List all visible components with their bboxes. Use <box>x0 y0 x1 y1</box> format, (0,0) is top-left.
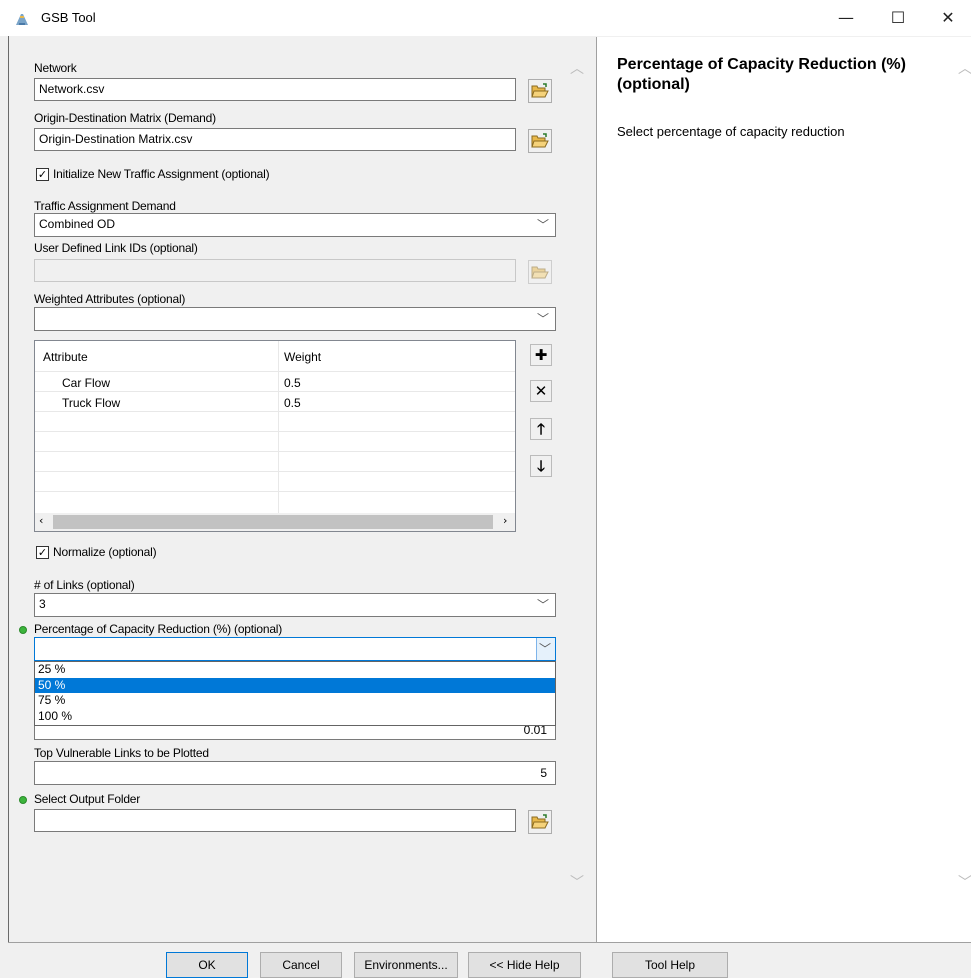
init-assignment-label: Initialize New Traffic Assignment (optio… <box>53 167 270 181</box>
scroll-down-icon[interactable]: ﹀ <box>570 872 584 892</box>
scroll-up-icon[interactable]: ︿ <box>570 58 584 78</box>
horizontal-scrollbar[interactable]: ‹ › <box>35 513 515 531</box>
link-ids-browse-button[interactable] <box>528 260 552 284</box>
chevron-down-icon: ﹀ <box>536 598 549 612</box>
open-folder-icon <box>531 83 549 98</box>
row-divider <box>35 451 515 452</box>
normalize-checkbox[interactable]: ✓ <box>36 546 49 559</box>
weighted-attributes-label: Weighted Attributes (optional) <box>34 292 186 306</box>
assignment-demand-select[interactable]: Combined OD ﹀ <box>34 213 556 237</box>
dropdown-option[interactable]: 75 % <box>35 693 555 709</box>
attributes-table: Attribute Weight Car Flow 0.5 Truck Flow… <box>34 340 516 532</box>
hide-help-button[interactable]: << Hide Help <box>468 952 581 978</box>
od-matrix-browse-button[interactable] <box>528 129 552 153</box>
link-ids-label: User Defined Link IDs (optional) <box>34 241 198 255</box>
close-button[interactable]: ✕ <box>925 0 971 36</box>
row-divider <box>35 491 515 492</box>
maximize-button[interactable]: ☐ <box>875 0 921 36</box>
minimize-button[interactable]: — <box>823 0 869 36</box>
help-scroll-up-icon[interactable]: ︿ <box>958 58 971 78</box>
help-scroll-down-icon[interactable]: ﹀ <box>958 872 971 892</box>
network-input[interactable]: Network.csv <box>34 78 516 101</box>
help-panel <box>596 37 971 943</box>
dropdown-option[interactable]: 25 % <box>35 662 555 678</box>
arrow-down-icon: 🡓 <box>537 457 545 475</box>
init-assignment-checkbox[interactable]: ✓ <box>36 168 49 181</box>
capacity-reduction-label: Percentage of Capacity Reduction (%) (op… <box>34 622 283 636</box>
capacity-reduction-dropdown: 25 % 50 % 75 % 100 % <box>34 661 556 726</box>
window-title: GSB Tool <box>41 10 96 25</box>
num-links-value: 3 <box>39 597 46 611</box>
divider <box>8 942 971 943</box>
chevron-down-icon: ﹀ <box>536 218 549 232</box>
required-indicator <box>19 796 27 804</box>
open-folder-icon <box>531 266 549 279</box>
add-row-button[interactable]: ✚ <box>530 344 552 366</box>
output-folder-input[interactable] <box>34 809 516 832</box>
delete-icon: ✕ <box>534 382 548 400</box>
delete-row-button[interactable]: ✕ <box>530 380 552 402</box>
arrow-up-icon: 🡑 <box>537 420 545 438</box>
num-links-select[interactable]: 3 ﹀ <box>34 593 556 617</box>
row-divider <box>35 391 515 392</box>
tool-help-button[interactable]: Tool Help <box>612 952 728 978</box>
od-matrix-label: Origin-Destination Matrix (Demand) <box>34 111 216 125</box>
environments-button[interactable]: Environments... <box>354 952 458 978</box>
help-title: Percentage of Capacity Reduction (%) (op… <box>617 56 906 93</box>
chevron-down-icon: ﹀ <box>538 642 551 656</box>
scroll-left-icon[interactable]: ‹ <box>39 514 43 527</box>
checkmark-icon: ✓ <box>37 546 48 559</box>
network-label: Network <box>34 61 77 75</box>
move-down-button[interactable]: 🡓 <box>530 455 552 477</box>
table-cell-weight[interactable]: 0.5 <box>284 396 301 410</box>
scroll-right-icon[interactable]: › <box>503 514 507 527</box>
move-up-button[interactable]: 🡑 <box>530 418 552 440</box>
row-divider <box>35 431 515 432</box>
num-links-label: # of Links (optional) <box>34 578 135 592</box>
row-divider <box>35 411 515 412</box>
link-ids-input[interactable] <box>34 259 516 282</box>
table-cell-attribute[interactable]: Truck Flow <box>62 396 120 410</box>
cancel-button[interactable]: Cancel <box>260 952 342 978</box>
output-folder-label: Select Output Folder <box>34 792 141 806</box>
column-header-attribute[interactable]: Attribute <box>43 350 88 364</box>
checkmark-icon: ✓ <box>37 168 48 181</box>
assignment-demand-value: Combined OD <box>39 217 116 231</box>
plus-icon: ✚ <box>534 346 548 364</box>
capacity-reduction-select[interactable]: ﹀ <box>34 637 556 661</box>
column-divider <box>278 341 279 513</box>
row-divider <box>35 471 515 472</box>
od-matrix-input[interactable]: Origin-Destination Matrix.csv <box>34 128 516 151</box>
table-cell-weight[interactable]: 0.5 <box>284 376 301 390</box>
app-icon <box>16 14 28 25</box>
dropdown-option-selected[interactable]: 50 % <box>35 677 555 693</box>
row-divider <box>35 371 515 372</box>
top-links-label: Top Vulnerable Links to be Plotted <box>34 746 209 760</box>
weighted-attributes-select[interactable]: ﹀ <box>34 307 556 331</box>
network-browse-button[interactable] <box>528 79 552 103</box>
required-indicator <box>19 626 27 634</box>
help-text: Select percentage of capacity reduction <box>617 124 845 139</box>
chevron-down-icon: ﹀ <box>536 312 549 326</box>
assignment-demand-label: Traffic Assignment Demand <box>34 199 176 213</box>
table-cell-attribute[interactable]: Car Flow <box>62 376 110 390</box>
ok-button[interactable]: OK <box>166 952 248 978</box>
scroll-thumb[interactable] <box>53 515 493 529</box>
open-folder-icon <box>531 133 549 148</box>
dropdown-option[interactable]: 100 % <box>35 709 555 725</box>
top-links-input[interactable]: 5 <box>34 761 556 785</box>
column-header-weight[interactable]: Weight <box>284 350 321 364</box>
output-folder-browse-button[interactable] <box>528 810 552 834</box>
open-folder-icon <box>531 814 549 829</box>
normalize-label: Normalize (optional) <box>53 545 157 559</box>
